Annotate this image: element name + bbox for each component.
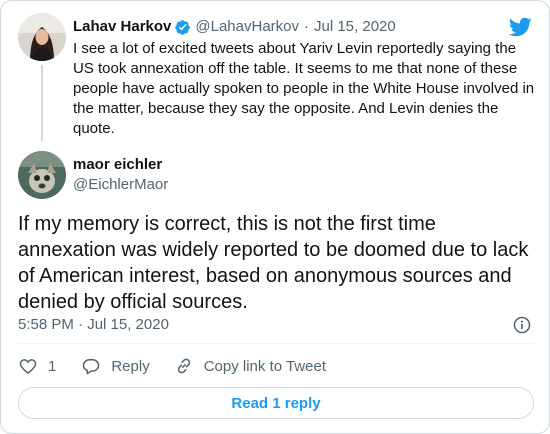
info-icon[interactable]	[512, 315, 532, 335]
parent-author-name[interactable]: Lahav Harkov	[73, 17, 171, 37]
parent-tweet-header: Lahav Harkov @LahavHarkov · Jul 15, 2020	[73, 17, 396, 37]
tweet-actions-bar: 1 Reply Copy link to Tweet	[18, 356, 326, 376]
parent-tweet-date[interactable]: Jul 15, 2020	[314, 17, 396, 37]
actions-divider	[18, 343, 534, 344]
main-author-avatar[interactable]	[18, 151, 66, 199]
like-button[interactable]: 1	[18, 356, 56, 376]
main-author-handle[interactable]: @EichlerMaor	[73, 175, 168, 195]
twitter-bird-icon[interactable]	[508, 15, 532, 39]
copy-link-label: Copy link to Tweet	[203, 357, 326, 375]
like-count: 1	[48, 357, 57, 375]
copy-link-button[interactable]: Copy link to Tweet	[174, 356, 326, 376]
parent-tweet-text: I see a lot of excited tweets about Yari…	[73, 40, 535, 137]
read-replies-button[interactable]: Read 1 reply	[18, 387, 534, 419]
reply-button[interactable]: Reply	[81, 356, 150, 376]
header-separator: ·	[304, 18, 309, 35]
thread-connector-line	[41, 65, 43, 141]
reply-icon	[81, 356, 111, 376]
main-tweet-timestamp[interactable]: 5:58 PM · Jul 15, 2020	[18, 315, 169, 335]
verified-badge-icon	[174, 19, 191, 36]
parent-author-avatar[interactable]	[18, 13, 66, 61]
link-icon	[174, 356, 204, 376]
parent-author-handle[interactable]: @LahavHarkov	[195, 17, 299, 37]
main-tweet-text: If my memory is correct, this is not the…	[18, 213, 529, 313]
heart-icon	[18, 356, 48, 376]
tweet-embed-card: Lahav Harkov @LahavHarkov · Jul 15, 2020…	[0, 0, 550, 434]
main-author-name[interactable]: maor eichler	[73, 155, 162, 175]
reply-label: Reply	[111, 357, 150, 375]
